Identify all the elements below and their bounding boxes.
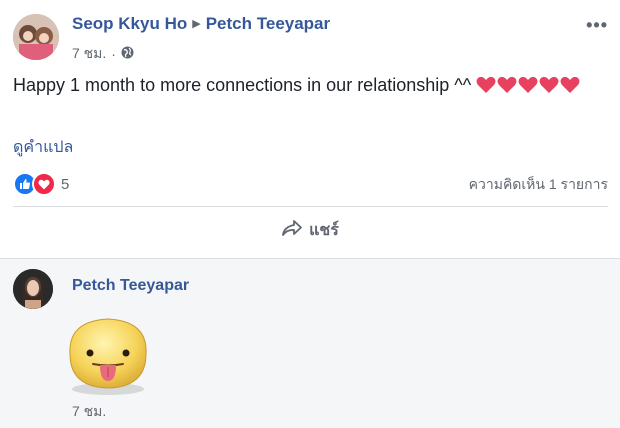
author-avatar[interactable] xyxy=(13,14,59,60)
post-message: Happy 1 month to more connections in our… xyxy=(13,75,472,95)
heart-emoji-icon xyxy=(518,76,538,93)
heart-emoji-icon xyxy=(560,76,580,93)
sticker-icon[interactable] xyxy=(60,309,155,397)
meta-separator: · xyxy=(111,46,116,62)
target-name-link[interactable]: Petch Teeyapar xyxy=(206,14,330,33)
post-meta: 7 ชม. · xyxy=(72,43,134,65)
reaction-count: 5 xyxy=(61,175,70,193)
post-time-link[interactable]: 7 ชม. xyxy=(72,43,106,65)
comments-section: Petch Teeyapar 7 ชม. xyxy=(0,258,620,428)
commenter-name-link[interactable]: Petch Teeyapar xyxy=(72,277,189,295)
heart-emoji-group xyxy=(476,75,581,95)
more-icon[interactable]: ••• xyxy=(586,15,608,36)
heart-emoji-icon xyxy=(476,76,496,93)
share-label: แชร์ xyxy=(309,222,339,239)
arrow-right-icon: ▶ xyxy=(192,18,201,30)
globe-icon[interactable] xyxy=(121,46,134,62)
translate-link[interactable]: ดูคำแปล xyxy=(13,135,73,160)
heart-emoji-icon xyxy=(539,76,559,93)
share-button[interactable]: แชร์ xyxy=(0,218,620,243)
reaction-summary[interactable]: 5 xyxy=(13,172,69,196)
comments-count-link[interactable]: ความคิดเห็น 1 รายการ xyxy=(469,174,608,196)
love-icon xyxy=(32,172,56,196)
commenter-avatar[interactable] xyxy=(13,269,53,309)
post-header-names: Seop Kkyu Ho ▶ Petch Teeyapar xyxy=(72,14,330,34)
comment-time-link[interactable]: 7 ชม. xyxy=(72,401,106,423)
share-icon xyxy=(281,219,309,242)
author-name-link[interactable]: Seop Kkyu Ho xyxy=(72,14,187,33)
divider xyxy=(13,206,608,207)
post-card: Seop Kkyu Ho ▶ Petch Teeyapar 7 ชม. · ••• … xyxy=(0,0,620,258)
heart-emoji-icon xyxy=(497,76,517,93)
post-text: Happy 1 month to more connections in our… xyxy=(13,72,608,99)
